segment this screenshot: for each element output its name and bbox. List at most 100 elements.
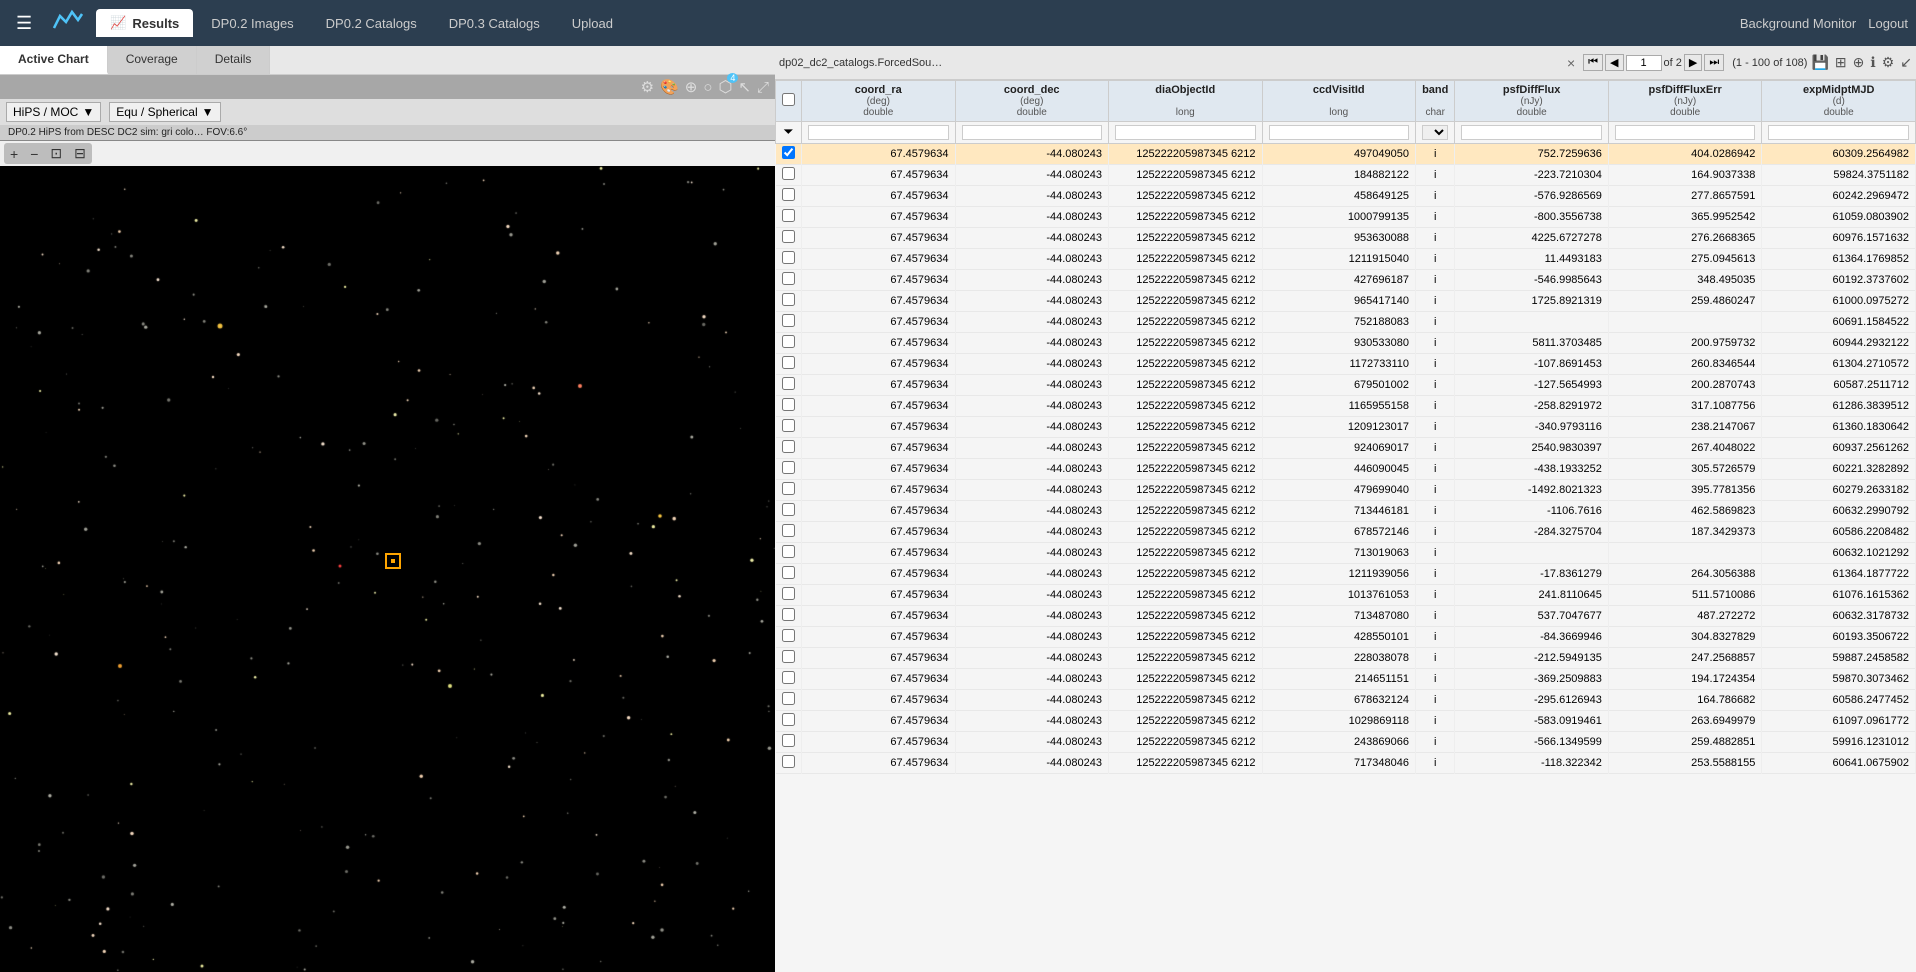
col-header-psfdiffflux[interactable]: psfDiffFlux (nJy) double <box>1455 81 1609 122</box>
tab-dp03-catalogs[interactable]: DP0.3 Catalogs <box>435 10 554 37</box>
prev-page-button[interactable]: ◀ <box>1605 54 1623 71</box>
row-select-checkbox[interactable] <box>782 398 795 411</box>
row-select-checkbox[interactable] <box>782 167 795 180</box>
filter-band[interactable] <box>1416 122 1455 144</box>
row-select-checkbox[interactable] <box>782 692 795 705</box>
next-page-button[interactable]: ▶ <box>1684 54 1702 71</box>
expand-table-icon[interactable]: ↙ <box>1900 54 1912 71</box>
table-row: 67.4579634-44.080243125222205987345 6212… <box>776 459 1916 480</box>
column-settings-icon[interactable]: ⊞ <box>1835 54 1847 71</box>
filter-psfdifffluxerr[interactable] <box>1608 122 1762 144</box>
zoom-reset-button[interactable]: ⊟ <box>68 143 92 164</box>
tab-dp02-images[interactable]: DP0.2 Images <box>197 10 307 37</box>
row-select-checkbox[interactable] <box>782 440 795 453</box>
filter-psfdiffflux[interactable] <box>1455 122 1609 144</box>
settings-icon[interactable]: ⚙ <box>1882 54 1895 71</box>
row-select-checkbox[interactable] <box>782 587 795 600</box>
row-select-checkbox[interactable] <box>782 293 795 306</box>
tab-details[interactable]: Details <box>197 46 271 74</box>
row-select-checkbox[interactable] <box>782 671 795 684</box>
col-header-ccdvisitid[interactable]: ccdVisitId long <box>1262 81 1416 122</box>
row-select-checkbox[interactable] <box>782 566 795 579</box>
cell-diaobjectid: 125222205987345 6212 <box>1109 606 1263 627</box>
sky-map[interactable]: // Draw stars on canvas document.addEven… <box>0 166 775 972</box>
row-select-checkbox[interactable] <box>782 146 795 159</box>
circle-tool-icon[interactable]: ○ <box>703 79 712 96</box>
filter-diaobjectid-input[interactable] <box>1115 125 1256 140</box>
row-checkbox-cell <box>776 459 802 480</box>
filter-coord-dec[interactable] <box>955 122 1109 144</box>
filter-diaobjectid[interactable] <box>1109 122 1263 144</box>
row-select-checkbox[interactable] <box>782 629 795 642</box>
row-select-checkbox[interactable] <box>782 461 795 474</box>
table-container[interactable]: coord_ra (deg) double coord_dec (deg) do… <box>775 80 1916 972</box>
page-number-input[interactable] <box>1626 55 1662 71</box>
row-select-checkbox[interactable] <box>782 524 795 537</box>
table-close-button[interactable]: × <box>1563 55 1579 71</box>
hamburger-menu-button[interactable]: ☰ <box>8 9 40 38</box>
save-table-icon[interactable]: 💾 <box>1811 54 1828 71</box>
row-select-checkbox[interactable] <box>782 188 795 201</box>
row-select-checkbox[interactable] <box>782 482 795 495</box>
row-select-checkbox[interactable] <box>782 335 795 348</box>
tab-results[interactable]: 📈 Results <box>96 9 193 37</box>
filter-coord-dec-input[interactable] <box>962 125 1103 140</box>
row-select-checkbox[interactable] <box>782 419 795 432</box>
filter-ccdvisitid[interactable] <box>1262 122 1416 144</box>
zoom-fit-button[interactable]: ⊡ <box>44 143 68 164</box>
col-header-band[interactable]: band char <box>1416 81 1455 122</box>
row-select-checkbox[interactable] <box>782 608 795 621</box>
info-icon[interactable]: ℹ <box>1870 54 1875 71</box>
filter-expmidptmjd-input[interactable] <box>1768 125 1909 140</box>
pointer-icon[interactable]: ↖ <box>738 78 751 96</box>
expand-icon[interactable]: ⤢ <box>757 79 769 96</box>
zoom-in-button[interactable]: + <box>4 143 24 164</box>
tools-icon[interactable]: ⚙ <box>641 78 654 96</box>
row-select-checkbox[interactable] <box>782 734 795 747</box>
row-select-checkbox[interactable] <box>782 356 795 369</box>
last-page-button[interactable]: ⏭ <box>1704 54 1724 71</box>
col-header-diaobjectid[interactable]: diaObjectId long <box>1109 81 1263 122</box>
row-select-checkbox[interactable] <box>782 713 795 726</box>
row-select-checkbox[interactable] <box>782 503 795 516</box>
tab-active-chart[interactable]: Active Chart <box>0 46 108 74</box>
filter-psfdiffflux-input[interactable] <box>1461 125 1602 140</box>
col-header-expmidptmjd[interactable]: expMidptMJD (d) double <box>1762 81 1916 122</box>
cell-expmidptmjd: 60586.2208482 <box>1762 522 1916 543</box>
tab-upload[interactable]: Upload <box>558 10 627 37</box>
row-select-checkbox[interactable] <box>782 650 795 663</box>
first-page-button[interactable]: ⏮ <box>1583 54 1603 71</box>
row-select-checkbox[interactable] <box>782 545 795 558</box>
row-select-checkbox[interactable] <box>782 377 795 390</box>
layers-icon[interactable]: ⬡ 4 <box>718 77 732 97</box>
row-select-checkbox[interactable] <box>782 251 795 264</box>
zoom-out-button[interactable]: − <box>24 143 44 164</box>
row-select-checkbox[interactable] <box>782 272 795 285</box>
row-select-checkbox[interactable] <box>782 755 795 768</box>
hips-moc-selector[interactable]: HiPS / MOC ▼ <box>6 102 101 122</box>
crop-icon[interactable]: ⊕ <box>685 78 698 96</box>
row-select-checkbox[interactable] <box>782 314 795 327</box>
select-all-header[interactable] <box>776 81 802 122</box>
filter-expmidptmjd[interactable] <box>1762 122 1916 144</box>
filter-coord-ra[interactable] <box>802 122 956 144</box>
filter-psfdifffluxerr-input[interactable] <box>1615 125 1756 140</box>
col-header-psfdifffluxerr[interactable]: psfDiffFluxErr (nJy) double <box>1608 81 1762 122</box>
filter-band-select[interactable] <box>1422 125 1448 140</box>
tab-coverage[interactable]: Coverage <box>108 46 197 74</box>
row-select-checkbox[interactable] <box>782 230 795 243</box>
select-all-checkbox[interactable] <box>782 93 795 106</box>
col-header-coord-dec[interactable]: coord_dec (deg) double <box>955 81 1109 122</box>
filter-coord-ra-input[interactable] <box>808 125 949 140</box>
row-select-checkbox[interactable] <box>782 209 795 222</box>
col-header-coord-ra[interactable]: coord_ra (deg) double <box>802 81 956 122</box>
tab-dp02-catalogs[interactable]: DP0.2 Catalogs <box>312 10 431 37</box>
add-column-icon[interactable]: ⊕ <box>1853 54 1865 71</box>
fov-info-bar: DP0.2 HiPS from DESC DC2 sim: gri colo… … <box>0 125 775 141</box>
background-monitor-link[interactable]: Background Monitor <box>1740 16 1856 31</box>
filter-ccdvisitid-input[interactable] <box>1269 125 1410 140</box>
projection-selector[interactable]: Equ / Spherical ▼ <box>109 102 220 122</box>
logout-button[interactable]: Logout <box>1868 16 1908 31</box>
cell-diaobjectid: 125222205987345 6212 <box>1109 396 1263 417</box>
color-wheel-icon[interactable]: 🎨 <box>660 78 679 96</box>
